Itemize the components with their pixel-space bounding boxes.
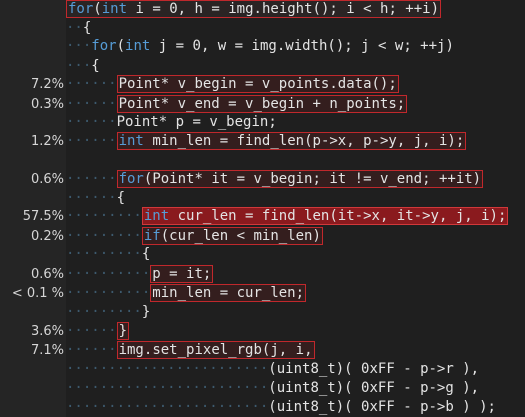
code-line[interactable]: for(int i = 0, h = img.height(); i < h; …	[66, 0, 525, 19]
code-row: ·········}	[0, 303, 525, 322]
code-text: Point* v_end = v_begin + n_points;	[116, 95, 408, 113]
indent-whitespace: ··	[66, 20, 83, 36]
code-text: Point* p = v_begin;	[116, 114, 277, 130]
code-row: ··{	[0, 19, 525, 38]
code-text: }	[141, 304, 151, 320]
code-row: 0.6% ·········· p = it;	[0, 265, 525, 284]
code-row: ···{	[0, 57, 525, 76]
code-text: for(int i = 0, h = img.height(); i < h; …	[66, 0, 442, 18]
code-text: {	[141, 246, 151, 262]
code-line[interactable]: ······}	[66, 322, 525, 341]
code-text: if(cur_len < min_len)	[141, 227, 323, 245]
code-row: ························(uint8_t)( 0xFF …	[0, 360, 525, 379]
code-text: Point* v_begin = v_points.data();	[116, 75, 399, 93]
indent-whitespace: ······	[66, 323, 117, 339]
code-line[interactable]: ························(uint8_t)( 0xFF …	[66, 398, 525, 417]
line-percentage: 3.6%	[30, 324, 64, 339]
indent-whitespace: ·········	[66, 304, 142, 320]
code-text: (uint8_t)( 0xFF - p->g ),	[268, 380, 480, 396]
code-line[interactable]: ························(uint8_t)( 0xFF …	[66, 379, 525, 398]
code-row: for(int i = 0, h = img.height(); i < h; …	[0, 0, 525, 19]
code-line[interactable]: ········· if(cur_len < min_len)	[66, 227, 525, 246]
code-row	[0, 151, 525, 170]
line-percentage: 0.6%	[30, 267, 64, 282]
code-line[interactable]: ········· int cur_len = find_len(it->x, i…	[66, 207, 525, 226]
line-percentage: 0.3%	[30, 97, 64, 112]
code-text: for(int j = 0, w = img.width(); j < w; +…	[91, 38, 454, 54]
code-text: for(Point* it = v_begin; it != v_end; ++…	[116, 170, 484, 188]
code-row: ······{	[0, 189, 525, 208]
indent-whitespace: ··········	[66, 266, 151, 282]
indent-whitespace: ·········	[66, 208, 142, 224]
code-row: 3.6% ······}	[0, 322, 525, 341]
code-line[interactable]: ························(uint8_t)( 0xFF …	[66, 360, 525, 379]
code-line[interactable]: ··{	[66, 19, 525, 38]
code-row: < 0.1 % ·········· min_len = cur_len;	[0, 284, 525, 303]
line-percentage: 0.6%	[30, 172, 64, 187]
code-text: (uint8_t)( 0xFF - p->b ) );	[268, 399, 496, 415]
code-line[interactable]	[66, 151, 525, 170]
code-line[interactable]: ·········{	[66, 245, 525, 264]
code-line[interactable]: ···for(int j = 0, w = img.width(); j < w…	[66, 37, 525, 56]
code-row: 0.6% ······ for(Point* it = v_begin; it !=…	[0, 170, 525, 189]
code-line[interactable]: ······ Point* v_begin = v_points.data();	[66, 75, 525, 94]
code-row: 7.1% ······ img.set_pixel_rgb(j, i,	[0, 341, 525, 360]
indent-whitespace: ························	[66, 399, 269, 415]
code-row: 0.3% ······ Point* v_end = v_begin + n_poi…	[0, 95, 525, 114]
code-text: (uint8_t)( 0xFF - p->r ),	[268, 361, 480, 377]
code-row: 1.2% ······ int min_len = find_len(p->x, p…	[0, 132, 525, 151]
line-percentage: 7.1%	[30, 343, 64, 358]
line-percentage: 7.2%	[30, 77, 64, 92]
line-percentage: 57.5%	[22, 209, 64, 224]
indent-whitespace: ······	[66, 133, 117, 149]
code-text: int min_len = find_len(p->x, p->y, j, i)…	[116, 132, 467, 150]
code-line[interactable]: ·········}	[66, 303, 525, 322]
code-line[interactable]: ······Point* p = v_begin;	[66, 113, 525, 132]
code-text: min_len = cur_len;	[150, 284, 307, 302]
code-row: 57.5% ········· int cur_len = find_len(it-…	[0, 207, 525, 226]
code-line[interactable]: ······ for(Point* it = v_begin; it != v_e…	[66, 170, 525, 189]
indent-whitespace: ······	[66, 342, 117, 358]
code-text: {	[91, 58, 100, 74]
code-text: }	[116, 322, 130, 340]
code-line[interactable]: ······ img.set_pixel_rgb(j, i,	[66, 341, 525, 360]
indent-whitespace: ·········	[66, 246, 142, 262]
code-text: p = it;	[150, 265, 214, 283]
code-line[interactable]: ·········· min_len = cur_len;	[66, 284, 525, 303]
code-line[interactable]: ······ int min_len = find_len(p->x, p->y,…	[66, 132, 525, 151]
code-row: ························(uint8_t)( 0xFF …	[0, 379, 525, 398]
indent-whitespace: ······	[66, 76, 117, 92]
line-percentage: 0.2%	[30, 229, 64, 244]
code-row: ···for(int j = 0, w = img.width(); j < w…	[0, 37, 525, 56]
code-line[interactable]: ···{	[66, 57, 525, 76]
code-row: 7.2% ······ Point* v_begin = v_points.data…	[0, 75, 525, 94]
code-row: ······Point* p = v_begin;	[0, 113, 525, 132]
code-line[interactable]: ······{	[66, 189, 525, 208]
indent-whitespace: ··········	[66, 285, 151, 301]
code-row: 0.2% ········· if(cur_len < min_len)	[0, 227, 525, 246]
code-row: ························(uint8_t)( 0xFF …	[0, 398, 525, 417]
indent-whitespace: ···	[66, 58, 92, 74]
code-text: int cur_len = find_len(it->x, it->y, j, …	[141, 207, 509, 225]
indent-whitespace: ·········	[66, 228, 142, 244]
indent-whitespace: ······	[66, 114, 117, 130]
indent-whitespace: ························	[66, 361, 269, 377]
indent-whitespace: ······	[66, 96, 117, 112]
code-text: img.set_pixel_rgb(j, i,	[116, 341, 315, 359]
code-row: ·········{	[0, 245, 525, 264]
code-text: {	[116, 190, 126, 206]
indent-whitespace: ···	[66, 38, 92, 54]
code-text: {	[82, 20, 92, 36]
code-line[interactable]: ······ Point* v_end = v_begin + n_points;	[66, 95, 525, 114]
line-percentage: < 0.1 %	[11, 286, 64, 301]
indent-whitespace: ······	[66, 190, 117, 206]
indent-whitespace: ························	[66, 380, 269, 396]
code-line[interactable]: ·········· p = it;	[66, 265, 525, 284]
indent-whitespace: ······	[66, 171, 117, 187]
line-percentage: 1.2%	[30, 134, 64, 149]
